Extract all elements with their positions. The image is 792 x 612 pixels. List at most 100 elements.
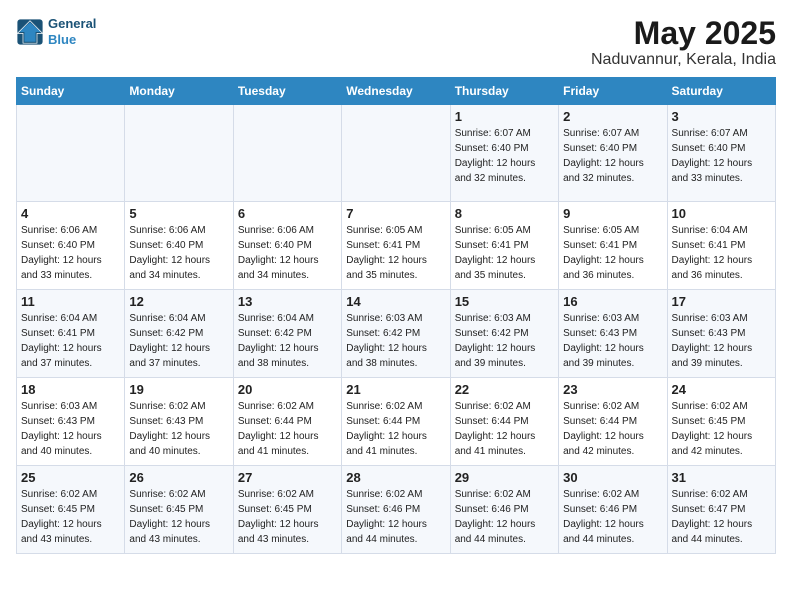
cell-info: Sunrise: 6:07 AMSunset: 6:40 PMDaylight:… [455,126,554,186]
day-number: 10 [672,206,771,221]
calendar-table: SundayMondayTuesdayWednesdayThursdayFrid… [16,77,776,554]
day-number: 24 [672,382,771,397]
cell-info: Sunrise: 6:03 AMSunset: 6:42 PMDaylight:… [346,311,445,371]
day-number: 14 [346,294,445,309]
cell-info: Sunrise: 6:07 AMSunset: 6:40 PMDaylight:… [563,126,662,186]
logo-line2: Blue [48,32,96,48]
header-cell-monday: Monday [125,78,233,105]
calendar-cell: 12Sunrise: 6:04 AMSunset: 6:42 PMDayligh… [125,290,233,378]
cell-info: Sunrise: 6:03 AMSunset: 6:43 PMDaylight:… [21,399,120,459]
cell-info: Sunrise: 6:02 AMSunset: 6:45 PMDaylight:… [129,487,228,547]
cell-info: Sunrise: 6:02 AMSunset: 6:46 PMDaylight:… [563,487,662,547]
calendar-cell: 4 Sunrise: 6:06 AMSunset: 6:40 PMDaylight… [17,202,125,290]
header-row: SundayMondayTuesdayWednesdayThursdayFrid… [17,78,776,105]
cell-info: Sunrise: 6:02 AMSunset: 6:44 PMDaylight:… [238,399,337,459]
cell-info: Sunrise: 6:02 AMSunset: 6:46 PMDaylight:… [455,487,554,547]
calendar-cell: 29 Sunrise: 6:02 AMSunset: 6:46 PMDayligh… [450,466,558,554]
day-number: 27 [238,470,337,485]
calendar-cell: 31Sunrise: 6:02 AMSunset: 6:47 PMDayligh… [667,466,775,554]
day-number: 13 [238,294,337,309]
day-number: 12 [129,294,228,309]
day-number: 28 [346,470,445,485]
day-number: 4 [21,206,120,221]
calendar-cell: 21 Sunrise: 6:02 AMSunset: 6:44 PMDayligh… [342,378,450,466]
calendar-cell: 11 Sunrise: 6:04 AMSunset: 6:41 PMDayligh… [17,290,125,378]
day-number: 15 [455,294,554,309]
cell-info: Sunrise: 6:02 AMSunset: 6:46 PMDaylight:… [346,487,445,547]
calendar-cell: 5 Sunrise: 6:06 AMSunset: 6:40 PMDaylight… [125,202,233,290]
logo-text: General Blue [48,16,96,47]
header-cell-thursday: Thursday [450,78,558,105]
cell-info: Sunrise: 6:06 AMSunset: 6:40 PMDaylight:… [21,223,120,283]
week-row-3: 11 Sunrise: 6:04 AMSunset: 6:41 PMDayligh… [17,290,776,378]
page-subtitle: Naduvannur, Kerala, India [591,51,776,69]
calendar-cell [17,105,125,202]
logo: General Blue [16,16,96,47]
calendar-cell: 14 Sunrise: 6:03 AMSunset: 6:42 PMDayligh… [342,290,450,378]
cell-info: Sunrise: 6:07 AMSunset: 6:40 PMDaylight:… [672,126,771,186]
calendar-cell: 30 Sunrise: 6:02 AMSunset: 6:46 PMDayligh… [559,466,667,554]
calendar-cell: 3Sunrise: 6:07 AMSunset: 6:40 PMDaylight… [667,105,775,202]
header-cell-saturday: Saturday [667,78,775,105]
day-number: 5 [129,206,228,221]
page-title: May 2025 [591,16,776,51]
week-row-1: 1Sunrise: 6:07 AMSunset: 6:40 PMDaylight… [17,105,776,202]
calendar-cell: 7 Sunrise: 6:05 AMSunset: 6:41 PMDaylight… [342,202,450,290]
day-number: 20 [238,382,337,397]
day-number: 18 [21,382,120,397]
calendar-cell: 15 Sunrise: 6:03 AMSunset: 6:42 PMDayligh… [450,290,558,378]
calendar-cell: 16Sunrise: 6:03 AMSunset: 6:43 PMDayligh… [559,290,667,378]
calendar-cell: 28 Sunrise: 6:02 AMSunset: 6:46 PMDayligh… [342,466,450,554]
day-number: 7 [346,206,445,221]
calendar-body: 1Sunrise: 6:07 AMSunset: 6:40 PMDaylight… [17,105,776,554]
cell-info: Sunrise: 6:03 AMSunset: 6:42 PMDaylight:… [455,311,554,371]
cell-info: Sunrise: 6:02 AMSunset: 6:45 PMDaylight:… [21,487,120,547]
calendar-cell [233,105,341,202]
day-number: 9 [563,206,662,221]
calendar-cell: 19 Sunrise: 6:02 AMSunset: 6:43 PMDayligh… [125,378,233,466]
cell-info: Sunrise: 6:05 AMSunset: 6:41 PMDaylight:… [346,223,445,283]
day-number: 6 [238,206,337,221]
cell-info: Sunrise: 6:06 AMSunset: 6:40 PMDaylight:… [238,223,337,283]
week-row-5: 25 Sunrise: 6:02 AMSunset: 6:45 PMDayligh… [17,466,776,554]
day-number: 26 [129,470,228,485]
day-number: 23 [563,382,662,397]
logo-line1: General [48,16,96,32]
day-number: 21 [346,382,445,397]
calendar-cell: 2 Sunrise: 6:07 AMSunset: 6:40 PMDaylight… [559,105,667,202]
day-number: 17 [672,294,771,309]
week-row-4: 18 Sunrise: 6:03 AMSunset: 6:43 PMDayligh… [17,378,776,466]
calendar-cell [125,105,233,202]
calendar-cell: 8Sunrise: 6:05 AMSunset: 6:41 PMDaylight… [450,202,558,290]
header-cell-wednesday: Wednesday [342,78,450,105]
cell-info: Sunrise: 6:04 AMSunset: 6:41 PMDaylight:… [21,311,120,371]
cell-info: Sunrise: 6:02 AMSunset: 6:44 PMDaylight:… [346,399,445,459]
day-number: 19 [129,382,228,397]
week-row-2: 4 Sunrise: 6:06 AMSunset: 6:40 PMDaylight… [17,202,776,290]
day-number: 25 [21,470,120,485]
calendar-cell: 25 Sunrise: 6:02 AMSunset: 6:45 PMDayligh… [17,466,125,554]
calendar-cell: 22 Sunrise: 6:02 AMSunset: 6:44 PMDayligh… [450,378,558,466]
day-number: 31 [672,470,771,485]
cell-info: Sunrise: 6:03 AMSunset: 6:43 PMDaylight:… [563,311,662,371]
day-number: 2 [563,109,662,124]
calendar-cell: 18 Sunrise: 6:03 AMSunset: 6:43 PMDayligh… [17,378,125,466]
day-number: 30 [563,470,662,485]
cell-info: Sunrise: 6:05 AMSunset: 6:41 PMDaylight:… [455,223,554,283]
cell-info: Sunrise: 6:03 AMSunset: 6:43 PMDaylight:… [672,311,771,371]
cell-info: Sunrise: 6:02 AMSunset: 6:43 PMDaylight:… [129,399,228,459]
calendar-cell: 17 Sunrise: 6:03 AMSunset: 6:43 PMDayligh… [667,290,775,378]
cell-info: Sunrise: 6:04 AMSunset: 6:41 PMDaylight:… [672,223,771,283]
cell-info: Sunrise: 6:02 AMSunset: 6:44 PMDaylight:… [455,399,554,459]
day-number: 22 [455,382,554,397]
day-number: 11 [21,294,120,309]
cell-info: Sunrise: 6:02 AMSunset: 6:45 PMDaylight:… [672,399,771,459]
cell-info: Sunrise: 6:06 AMSunset: 6:40 PMDaylight:… [129,223,228,283]
calendar-cell: 6 Sunrise: 6:06 AMSunset: 6:40 PMDaylight… [233,202,341,290]
cell-info: Sunrise: 6:04 AMSunset: 6:42 PMDaylight:… [238,311,337,371]
calendar-cell: 20 Sunrise: 6:02 AMSunset: 6:44 PMDayligh… [233,378,341,466]
calendar-cell: 9Sunrise: 6:05 AMSunset: 6:41 PMDaylight… [559,202,667,290]
day-number: 29 [455,470,554,485]
header-cell-friday: Friday [559,78,667,105]
title-area: May 2025 Naduvannur, Kerala, India [591,16,776,69]
